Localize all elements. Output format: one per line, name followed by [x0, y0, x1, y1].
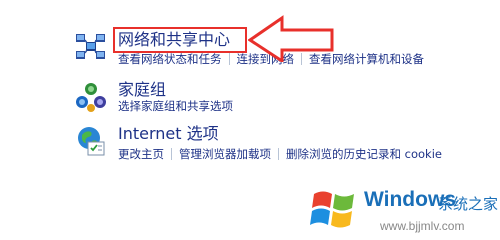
- homegroup-icon[interactable]: [74, 80, 110, 116]
- change-homepage-link[interactable]: 更改主页: [118, 147, 164, 161]
- separator: [278, 148, 279, 160]
- homegroup-links: 选择家庭组和共享选项: [118, 98, 233, 114]
- watermark-brand-suffix: 系统之家: [438, 195, 499, 213]
- separator: [171, 148, 172, 160]
- internet-options-item: Internet 选项 更改主页 管理浏览器加载项 删除浏览的历史记录和 cooki…: [74, 124, 494, 164]
- red-arrow-annotation: [248, 15, 334, 62]
- manage-addons-link[interactable]: 管理浏览器加载项: [179, 147, 271, 161]
- internet-options-links: 更改主页 管理浏览器加载项 删除浏览的历史记录和 cookie: [118, 146, 442, 162]
- highlight-box: [113, 27, 247, 53]
- network-sharing-icon[interactable]: [74, 30, 110, 66]
- windows-logo-icon: [310, 191, 354, 228]
- separator: [228, 53, 230, 65]
- watermark: Windows 系统之家 www.bjjmlv.com: [308, 186, 500, 240]
- watermark-url: www.bjjmlv.com: [380, 219, 465, 233]
- internet-options-icon[interactable]: [74, 124, 110, 160]
- homegroup-options-link[interactable]: 选择家庭组和共享选项: [118, 99, 233, 113]
- homegroup-link[interactable]: 家庭组: [118, 80, 166, 100]
- delete-history-link[interactable]: 删除浏览的历史记录和 cookie: [286, 147, 442, 161]
- internet-options-link[interactable]: Internet 选项: [118, 124, 219, 144]
- homegroup-item: 家庭组 选择家庭组和共享选项: [74, 80, 494, 120]
- view-network-status-link[interactable]: 查看网络状态和任务: [118, 52, 222, 66]
